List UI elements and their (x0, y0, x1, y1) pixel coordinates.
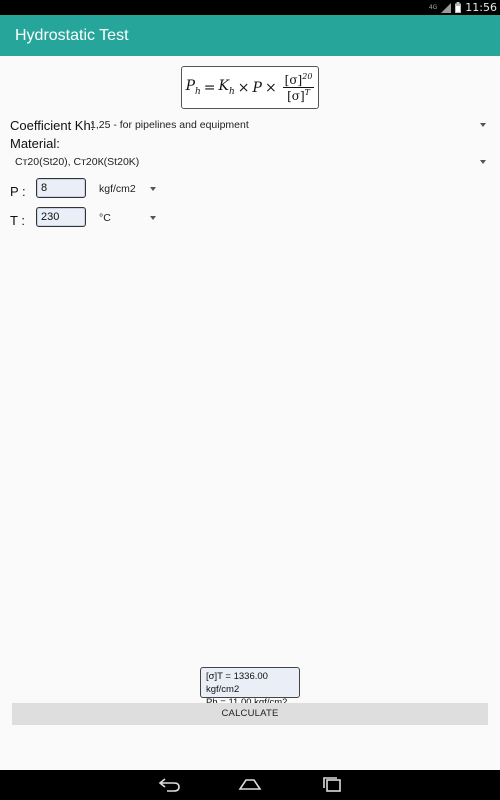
status-icons: 4G 11:56 (429, 0, 497, 15)
formula-fraction: [σ]20 [σ]T (282, 72, 315, 103)
temperature-input[interactable]: 230 (36, 207, 86, 227)
recents-icon[interactable] (320, 777, 344, 797)
back-icon[interactable] (158, 777, 182, 797)
result-sigma-t: [σ]T = 1336.00 kgf/cm2 (206, 671, 268, 695)
app-title: Hydrostatic Test (15, 27, 129, 44)
formula-times-1: × (237, 79, 250, 96)
calculate-button[interactable]: CALCULATE (12, 703, 488, 725)
result-output: [σ]T = 1336.00 kgf/cm2 Ph = 11.00 kgf/cm… (200, 667, 300, 708)
material-label: Material: (10, 136, 60, 151)
pressure-unit-dropdown-icon (150, 187, 156, 191)
status-time: 11:56 (465, 1, 497, 14)
formula-denominator: [σ]T (287, 88, 310, 103)
temperature-unit-dropdown-icon (150, 216, 156, 220)
material-dropdown-icon (480, 160, 486, 164)
formula-k: Kh (218, 78, 235, 97)
signal-icon (441, 2, 452, 13)
temperature-label: T : (10, 213, 25, 228)
temperature-unit-selected: °C (99, 212, 111, 224)
formula-p: P (252, 79, 262, 96)
coefficient-dropdown-icon (480, 123, 486, 127)
formula-times-2: × (264, 79, 277, 96)
pressure-label: P : (10, 184, 26, 199)
formula-numerator: [σ]20 (282, 72, 315, 88)
main-content: Ph = Kh × P × [σ]20 [σ]T Coefficient Kh:… (0, 56, 500, 770)
formula-lhs: Ph (185, 78, 201, 97)
navigation-bar (0, 770, 500, 800)
pressure-unit-spinner[interactable]: kgf/cm2 (95, 178, 165, 200)
network-type: 4G (428, 4, 438, 11)
coefficient-spinner[interactable]: 1,25 - for pipelines and equipment (85, 114, 490, 136)
coefficient-selected: 1,25 - for pipelines and equipment (90, 119, 249, 131)
battery-icon (455, 2, 462, 13)
material-selected: Ст20(St20), Ст20К(St20K) (15, 156, 140, 168)
status-bar: 4G 11:56 (0, 0, 500, 15)
temperature-unit-spinner[interactable]: °C (95, 207, 165, 229)
material-spinner[interactable]: Ст20(St20), Ст20К(St20K) (10, 152, 490, 174)
pressure-unit-selected: kgf/cm2 (99, 183, 136, 195)
pressure-input[interactable]: 8 (36, 178, 86, 198)
coefficient-label: Coefficient Kh: (10, 118, 95, 133)
formula-image: Ph = Kh × P × [σ]20 [σ]T (181, 66, 319, 109)
home-icon[interactable] (238, 777, 262, 797)
formula-equals: = (203, 79, 216, 96)
action-bar: Hydrostatic Test (0, 15, 500, 56)
